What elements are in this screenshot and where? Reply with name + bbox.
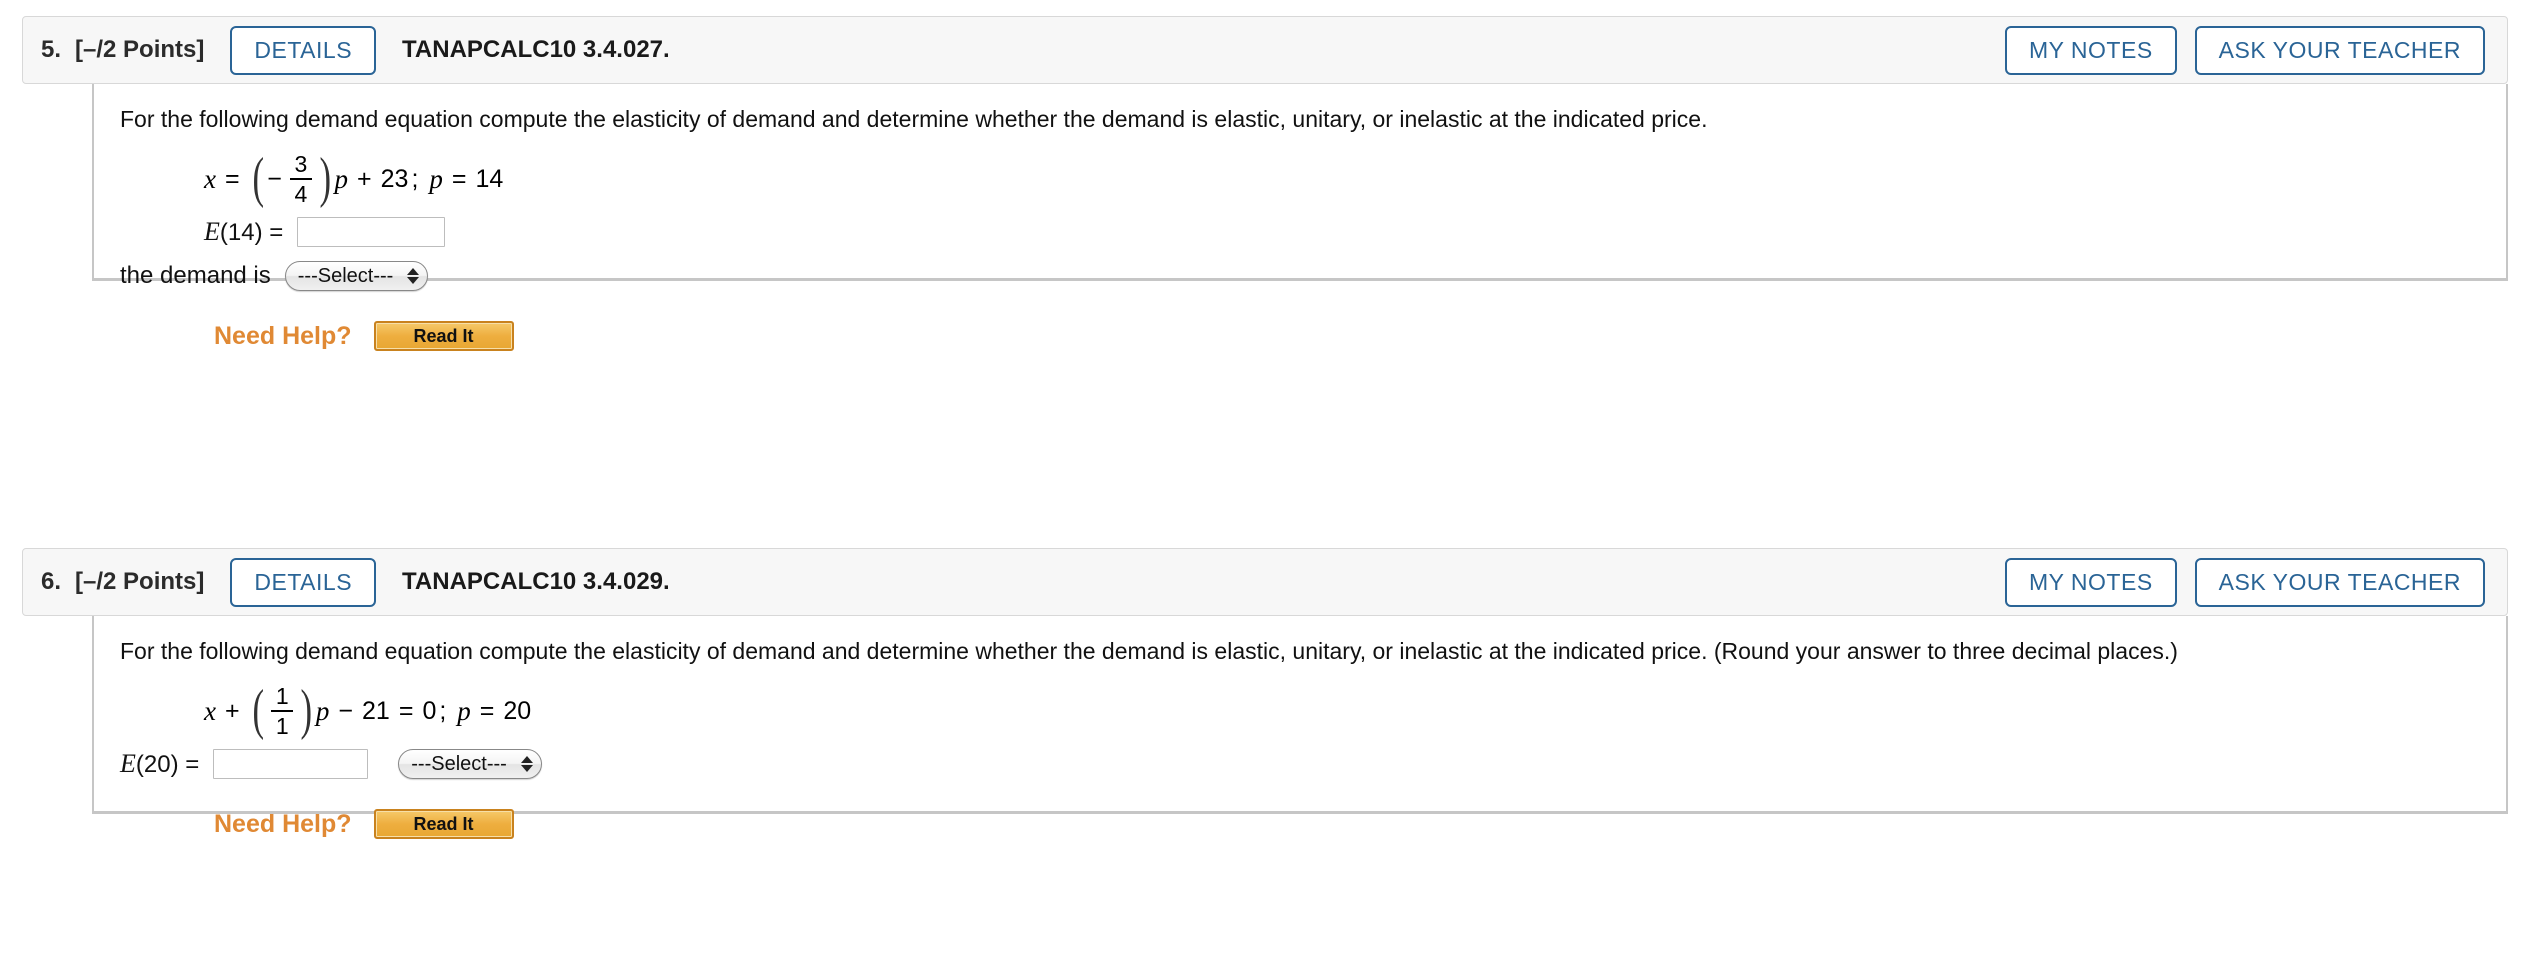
details-button-5[interactable]: DETAILS: [230, 25, 377, 75]
chevron-up-icon-6: [520, 756, 533, 764]
question-body-6: For the following demand equation comput…: [92, 616, 2508, 840]
question-points-5: [–/2 Points]: [75, 36, 205, 63]
equation-5: x = ( − 3 4 ) p + 23 ; p = 14: [204, 147, 504, 210]
equation-post-paren-var-5: p: [334, 163, 349, 194]
need-help-label-5: Need Help?: [214, 321, 352, 350]
equation-lhs-var-6: x: [204, 695, 216, 726]
equation-constant-5: 23: [380, 164, 409, 193]
fraction-6: 1 1: [271, 682, 294, 739]
chevron-up-icon-5: [407, 268, 420, 276]
chevron-down-icon-5: [407, 277, 420, 285]
read-it-button-6[interactable]: Read It: [373, 809, 514, 840]
question-code-5: TANAPCALC10 3.4.027.: [402, 36, 670, 63]
equation-price-var-6: p: [457, 695, 471, 726]
answer-label-prefix-6: E: [120, 749, 136, 779]
header-actions-6: MY NOTES ASK YOUR TEACHER: [2004, 557, 2485, 607]
equation-rhs-value-6: 0: [422, 696, 437, 725]
question-points-6: [–/2 Points]: [75, 568, 205, 595]
fraction-numerator-6: 1: [275, 682, 289, 709]
paren-open-6: (: [252, 679, 264, 742]
answer-input-5[interactable]: [297, 217, 446, 248]
question-block-5: 5. [–/2 Points] DETAILS TANAPCALC10 3.4.…: [22, 16, 2508, 352]
equation-row-5: x = ( − 3 4 ) p + 23 ; p = 14: [94, 147, 2506, 210]
question-header-6: 6. [–/2 Points] DETAILS TANAPCALC10 3.4.…: [22, 548, 2508, 616]
chevron-updown-icon-6: [520, 756, 533, 773]
answer-label-arg-5: (14) =: [219, 219, 284, 247]
details-button-6[interactable]: DETAILS: [230, 557, 377, 607]
answer-row-6: E(20) = ---Select---: [94, 747, 2506, 781]
demand-label-5: the demand is: [120, 262, 271, 290]
answer-label-6: E(20) =: [120, 749, 199, 779]
question-number-5: 5.: [41, 36, 62, 63]
fraction-denominator-6: 1: [275, 712, 289, 739]
header-actions-5: MY NOTES ASK YOUR TEACHER: [2004, 25, 2485, 75]
equation-6: x + ( 1 1 ) p − 21 = 0 ; p = 20: [204, 679, 532, 742]
equation-constant-6: 21: [362, 696, 390, 725]
read-it-button-5[interactable]: Read It: [373, 321, 514, 352]
equation-semicolon-6: ;: [439, 696, 447, 725]
equation-post-paren-var-6: p: [315, 695, 330, 726]
chevron-down-icon-6: [520, 765, 533, 773]
paren-open-5: (: [252, 147, 264, 210]
answer-input-6[interactable]: [213, 749, 369, 780]
equation-semicolon-5: ;: [411, 164, 419, 193]
equation-price-var-5: p: [429, 163, 443, 194]
question-header-5: 5. [–/2 Points] DETAILS TANAPCALC10 3.4.…: [22, 16, 2508, 84]
equation-negative-sign-5: −: [267, 164, 282, 193]
question-prompt-5: For the following demand equation comput…: [120, 106, 1708, 132]
answer-label-prefix-5: E: [204, 217, 220, 247]
ask-your-teacher-button-5[interactable]: ASK YOUR TEACHER: [2194, 25, 2485, 75]
need-help-row-5: Need Help? Read It: [94, 321, 2506, 352]
equation-price-value-5: 14: [475, 164, 504, 193]
demand-select-value-5: ---Select---: [297, 264, 394, 287]
fraction-numerator-5: 3: [294, 150, 308, 177]
equation-plus-sign-5: +: [357, 164, 372, 193]
equation-minus-sign-6: −: [338, 696, 354, 725]
question-number-6: 6.: [41, 568, 62, 595]
my-notes-button-5[interactable]: MY NOTES: [2004, 25, 2177, 75]
need-help-label-6: Need Help?: [214, 809, 352, 838]
need-help-row-6: Need Help? Read It: [94, 809, 2506, 840]
answer-row-5: E(14) =: [94, 215, 2506, 249]
assignment-page: 5. [–/2 Points] DETAILS TANAPCALC10 3.4.…: [0, 0, 2530, 960]
equation-price-eq-5: =: [451, 164, 467, 193]
equation-eq-sign-5: =: [224, 164, 240, 193]
paren-close-6: ): [300, 679, 313, 742]
answer-label-5: E(14) =: [204, 217, 283, 247]
question-code-6: TANAPCALC10 3.4.029.: [402, 568, 670, 595]
question-block-6: 6. [–/2 Points] DETAILS TANAPCALC10 3.4.…: [22, 548, 2508, 840]
answer-label-arg-6: (20) =: [135, 751, 200, 779]
demand-row-5: the demand is ---Select---: [94, 259, 2506, 293]
fraction-denominator-5: 4: [294, 180, 308, 207]
equation-eq-sign-6: =: [398, 696, 414, 725]
fraction-5: 3 4: [289, 150, 312, 207]
equation-price-eq-6: =: [479, 696, 495, 725]
equation-plus-sign-lead-6: +: [224, 696, 240, 725]
question-prompt-6: For the following demand equation comput…: [120, 638, 2178, 664]
question-body-5: For the following demand equation comput…: [92, 84, 2508, 352]
demand-select-5[interactable]: ---Select---: [284, 261, 429, 292]
ask-your-teacher-button-6[interactable]: ASK YOUR TEACHER: [2194, 557, 2485, 607]
chevron-updown-icon-5: [407, 268, 420, 285]
demand-select-6[interactable]: ---Select---: [398, 749, 542, 780]
demand-select-value-6: ---Select---: [411, 752, 507, 775]
my-notes-button-6[interactable]: MY NOTES: [2004, 557, 2177, 607]
paren-close-5: ): [319, 147, 331, 210]
equation-price-value-6: 20: [503, 696, 532, 725]
equation-lhs-var-5: x: [204, 163, 216, 194]
equation-row-6: x + ( 1 1 ) p − 21 = 0 ; p = 20: [94, 679, 2506, 742]
